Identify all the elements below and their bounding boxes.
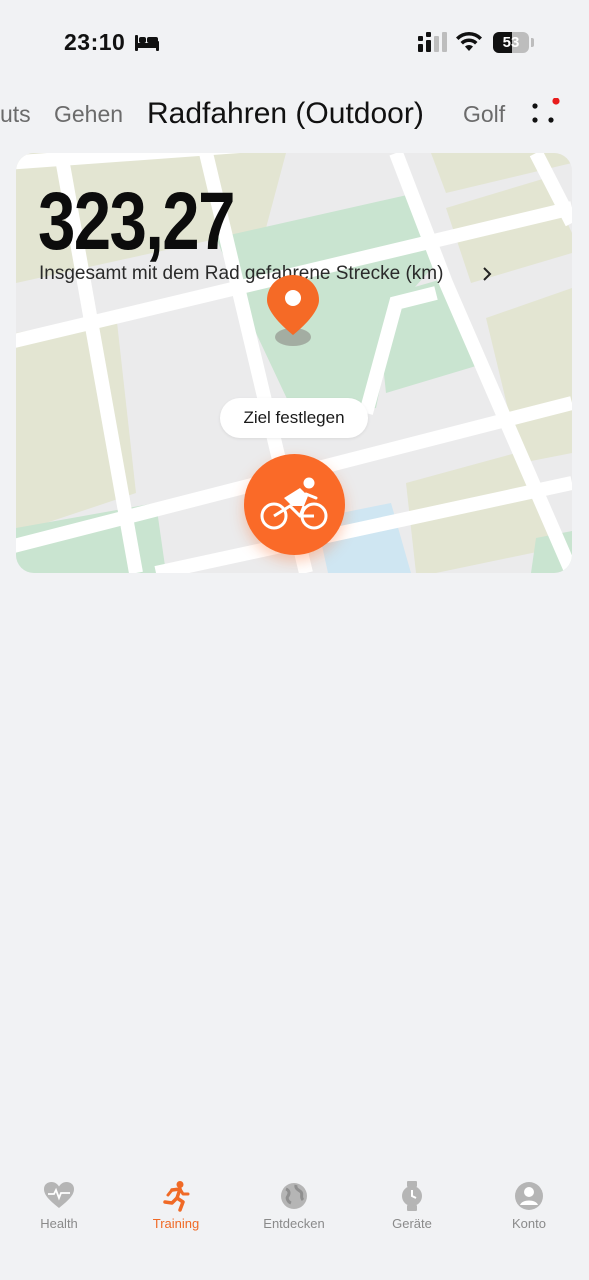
- nav-label: Training: [152, 1216, 200, 1231]
- nav-label: Entdecken: [263, 1216, 325, 1231]
- globe-icon: [281, 1183, 307, 1209]
- battery-level: 53: [502, 34, 520, 51]
- status-bar: 23:10 53: [0, 0, 589, 88]
- notification-dot: [552, 98, 560, 105]
- nav-konto[interactable]: Konto: [479, 1160, 579, 1240]
- location-pin-icon: [267, 275, 319, 346]
- running-icon: [163, 1181, 190, 1212]
- person-icon: [515, 1182, 543, 1210]
- workout-type-tabs: uts Gehen Radfahren (Outdoor) Golf: [0, 88, 589, 144]
- set-goal-button[interactable]: Ziel festlegen: [220, 398, 368, 438]
- watch-icon: [402, 1181, 422, 1211]
- battery-tip: [531, 38, 534, 47]
- signal-icon: [418, 32, 447, 52]
- nav-health[interactable]: Health: [9, 1160, 109, 1240]
- nav-geraete[interactable]: Geräte: [362, 1160, 462, 1240]
- total-distance-value: 323,27: [38, 176, 235, 267]
- total-distance-label[interactable]: Insgesamt mit dem Rad gefahrene Strecke …: [39, 263, 443, 285]
- start-cycling-button[interactable]: [244, 454, 345, 555]
- tab-workouts[interactable]: uts: [0, 88, 31, 140]
- nav-label: Konto: [512, 1216, 546, 1231]
- chevron-right-icon[interactable]: [482, 266, 492, 282]
- nav-entdecken[interactable]: Entdecken: [244, 1160, 344, 1240]
- nav-label: Geräte: [392, 1216, 432, 1231]
- bottom-navigation: Health Training Entdecken Geräte Konto: [0, 1160, 589, 1280]
- status-time: 23:10: [64, 29, 126, 55]
- bed-icon: [135, 35, 159, 51]
- tab-golf[interactable]: Golf: [463, 88, 505, 140]
- tab-gehen[interactable]: Gehen: [54, 88, 123, 140]
- wifi-icon: [456, 31, 482, 51]
- cyclist-icon: [260, 477, 328, 530]
- battery-indicator: 53: [493, 32, 529, 53]
- tab-radfahren-outdoor[interactable]: Radfahren (Outdoor): [147, 88, 424, 140]
- heart-pulse-icon: [44, 1182, 74, 1208]
- nav-label: Health: [40, 1216, 78, 1231]
- workout-map-card: 323,27 Insgesamt mit dem Rad gefahrene S…: [16, 153, 572, 573]
- more-tabs-button[interactable]: [529, 98, 561, 130]
- nav-training[interactable]: Training: [126, 1160, 226, 1240]
